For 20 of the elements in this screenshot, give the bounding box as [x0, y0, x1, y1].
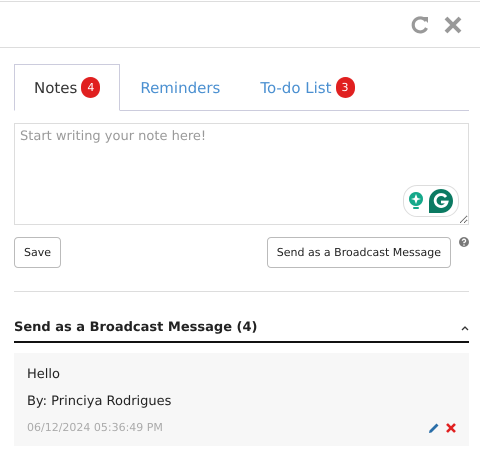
tab[interactable]: Notes 4	[14, 64, 120, 111]
broadcast-button[interactable]: Send as a Broadcast Message	[266, 237, 451, 268]
pencil-icon[interactable]	[428, 422, 440, 434]
collapse-icon[interactable]	[461, 324, 469, 330]
count-badge: 4	[81, 77, 100, 98]
refresh-icon[interactable]	[410, 14, 430, 34]
save-button[interactable]: Save	[14, 237, 62, 268]
close-icon[interactable]	[444, 16, 462, 34]
grammar-logo-icon[interactable]	[428, 188, 454, 214]
delete-icon[interactable]	[446, 422, 456, 432]
help-icon[interactable]	[459, 237, 469, 247]
tab[interactable]: To-do List 3	[240, 64, 374, 111]
note-time: 06/12/2024 05:36:49 PM	[27, 421, 163, 434]
note-text: Hello	[27, 367, 61, 382]
section-title: Send as a Broadcast Message (4)	[14, 320, 258, 335]
lightbulb-icon[interactable]	[408, 191, 424, 211]
note-author: By: Princiya Rodrigues	[27, 394, 172, 409]
count-badge: 3	[336, 77, 354, 98]
note-field[interactable]: Start writing your note here!	[14, 123, 469, 225]
grammar-widget[interactable]	[403, 185, 459, 217]
